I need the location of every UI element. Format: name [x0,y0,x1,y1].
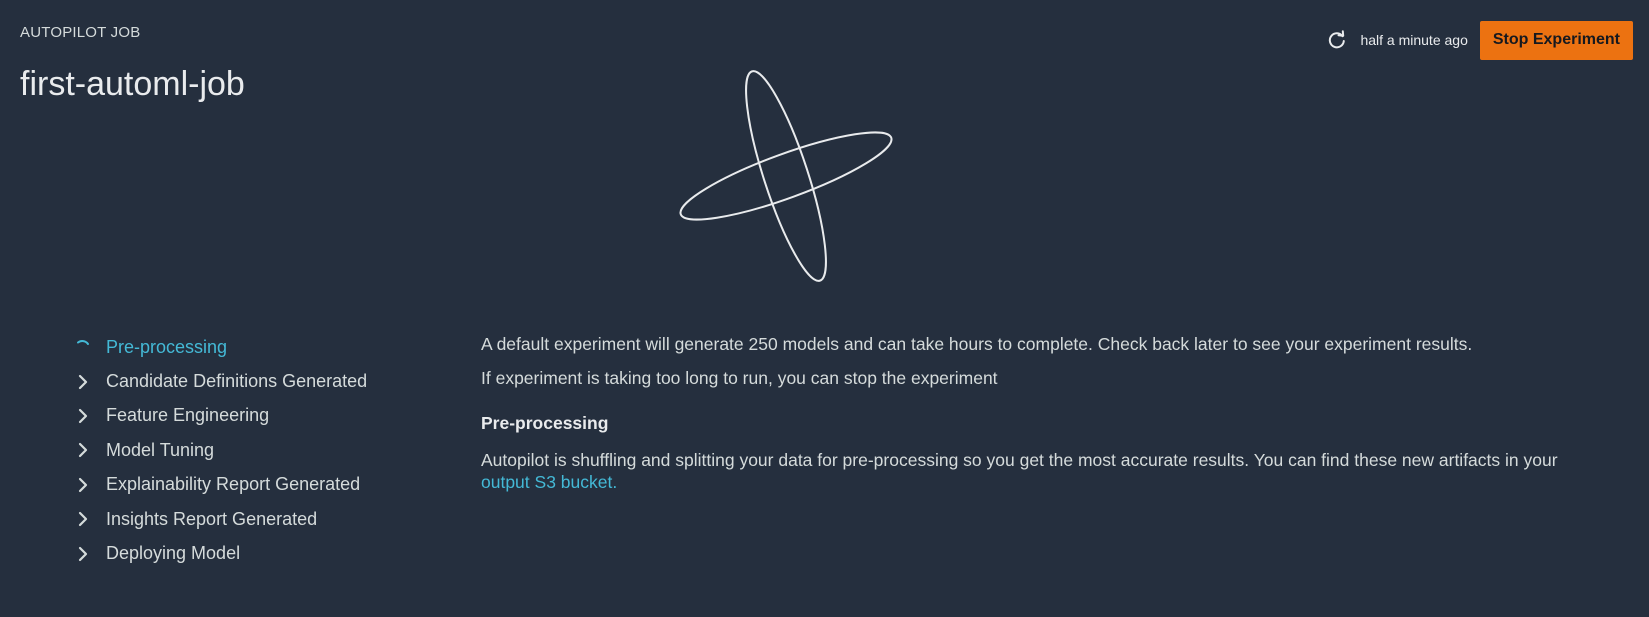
chevron-right-icon [74,510,92,528]
header-actions: half a minute ago Stop Experiment [1326,20,1633,60]
step-label: Insights Report Generated [106,508,318,529]
step-deploying-model[interactable]: Deploying Model [74,536,454,570]
step-label: Feature Engineering [106,405,270,426]
chevron-right-icon [74,441,92,459]
step-label: Explainability Report Generated [106,474,361,495]
page-title: first-automl-job [20,65,245,103]
section-heading: Pre-processing [481,413,609,433]
chevron-right-icon [74,476,92,494]
step-label: Model Tuning [106,439,215,460]
output-s3-bucket-link[interactable]: output S3 bucket. [481,472,617,492]
section-description: Autopilot is shuffling and splitting you… [481,449,1591,493]
progress-steps: Pre-processing Candidate Definitions Gen… [74,330,454,571]
eyebrow-label: AUTOPILOT JOB [20,24,141,41]
step-insights-report-generated[interactable]: Insights Report Generated [74,502,454,536]
loading-animation-icon [679,70,893,282]
chevron-right-icon [74,373,92,391]
step-label: Pre-processing [106,336,228,357]
last-updated-text: half a minute ago [1360,32,1468,48]
step-label: Deploying Model [106,543,241,564]
refresh-icon[interactable] [1326,29,1348,51]
chevron-right-icon [74,407,92,425]
step-model-tuning[interactable]: Model Tuning [74,433,454,467]
step-label: Candidate Definitions Generated [106,371,368,392]
step-candidate-definitions-generated[interactable]: Candidate Definitions Generated [74,364,454,398]
step-pre-processing[interactable]: Pre-processing [74,330,454,364]
stop-hint-text: If experiment is taking too long to run,… [481,368,998,388]
spinner-icon [74,338,92,356]
step-feature-engineering[interactable]: Feature Engineering [74,399,454,433]
experiment-intro-text: A default experiment will generate 250 m… [481,334,1473,354]
stop-experiment-button[interactable]: Stop Experiment [1479,20,1633,60]
step-explainability-report-generated[interactable]: Explainability Report Generated [74,468,454,502]
step-detail-panel: A default experiment will generate 250 m… [481,333,1591,493]
chevron-right-icon [74,545,92,563]
section-body-text: Autopilot is shuffling and splitting you… [481,450,1558,470]
